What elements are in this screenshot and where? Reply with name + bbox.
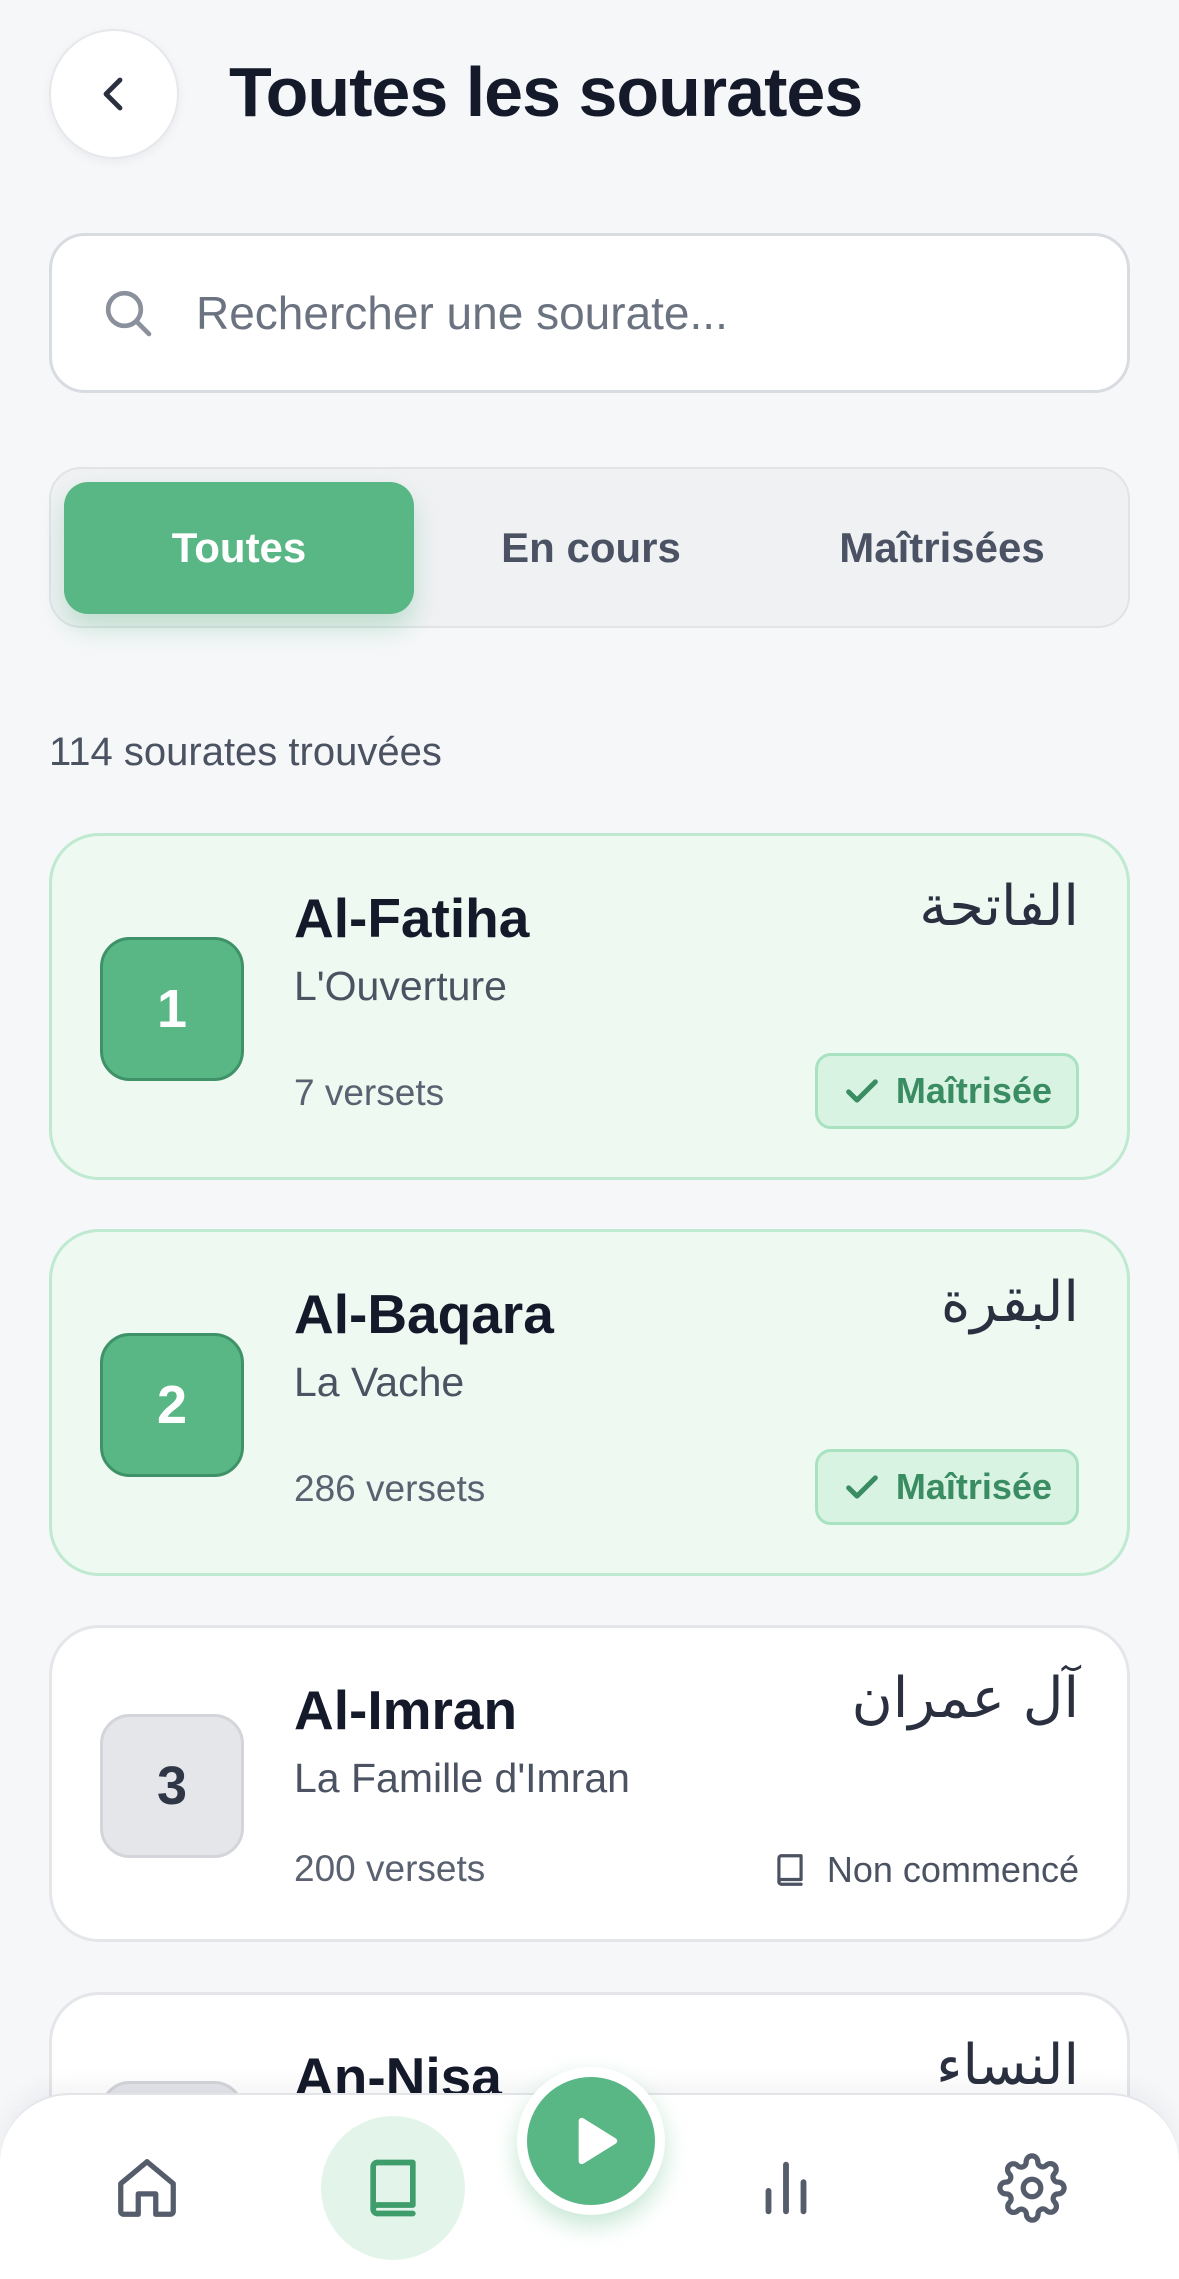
nav-home[interactable]	[75, 2116, 219, 2260]
surah-number-badge: 2	[100, 1333, 244, 1477]
surah-translation: L'Ouverture	[294, 963, 507, 1009]
nav-stats[interactable]	[714, 2116, 858, 2260]
book-icon	[777, 1854, 803, 1886]
surah-arabic-name: النساء	[936, 2033, 1079, 2098]
surah-translation: La Vache	[294, 1359, 465, 1405]
result-count: 114 sourates trouvées	[49, 730, 442, 774]
chevron-left-icon	[103, 77, 123, 111]
check-icon	[846, 1079, 878, 1103]
status-label: Non commencé	[826, 1849, 1079, 1890]
bar-chart-icon	[765, 2161, 807, 2215]
check-icon	[846, 1475, 878, 1499]
book-icon	[370, 2159, 416, 2217]
play-icon	[578, 2117, 618, 2165]
tab-en-cours[interactable]: En cours	[416, 482, 766, 614]
search-bar[interactable]	[49, 233, 1130, 393]
play-button[interactable]	[517, 2067, 665, 2215]
gear-icon	[997, 2153, 1067, 2223]
filter-tabs: Toutes En cours Maîtrisées	[49, 467, 1130, 628]
search-input[interactable]	[196, 286, 1076, 340]
surah-arabic-name: الفاتحة	[919, 874, 1079, 939]
back-button[interactable]	[49, 29, 179, 159]
tab-toutes[interactable]: Toutes	[64, 482, 414, 614]
verse-count: 200 versets	[294, 1848, 486, 1889]
nav-library[interactable]	[321, 2116, 465, 2260]
surah-name: Al-Fatiha	[294, 887, 530, 949]
status-label: Maîtrisée	[895, 1466, 1052, 1507]
surah-arabic-name: آل عمران	[851, 1666, 1079, 1731]
verse-count: 7 versets	[294, 1072, 445, 1113]
home-icon	[118, 2159, 176, 2217]
surah-number-badge: 3	[100, 1714, 244, 1858]
search-icon	[100, 285, 156, 341]
verse-count: 286 versets	[294, 1468, 486, 1509]
page-title: Toutes les sourates	[229, 53, 863, 131]
surah-arabic-name: البقرة	[940, 1270, 1079, 1335]
surah-card[interactable]: 2 Al-Baqara La Vache البقرة 286 versets …	[49, 1229, 1130, 1576]
surah-name: Al-Imran	[294, 1679, 518, 1741]
surah-name: Al-Baqara	[294, 1283, 554, 1345]
nav-settings[interactable]	[960, 2116, 1104, 2260]
surah-card[interactable]: 1 Al-Fatiha L'Ouverture الفاتحة 7 verset…	[49, 833, 1130, 1180]
surah-card[interactable]: 3 Al-Imran La Famille d'Imran آل عمران 2…	[49, 1625, 1130, 1942]
status-badge: Maîtrisée	[814, 1449, 1079, 1525]
app-screen: Toutes les sourates Toutes En cours Maît…	[0, 0, 1179, 2279]
status-label: Maîtrisée	[895, 1070, 1052, 1111]
status-badge: Maîtrisée	[814, 1053, 1079, 1129]
status-badge: Non commencé	[771, 1832, 1079, 1908]
surah-number-badge: 1	[100, 937, 244, 1081]
surah-translation: La Famille d'Imran	[294, 1755, 630, 1801]
tab-maitrisees[interactable]: Maîtrisées	[767, 482, 1117, 614]
